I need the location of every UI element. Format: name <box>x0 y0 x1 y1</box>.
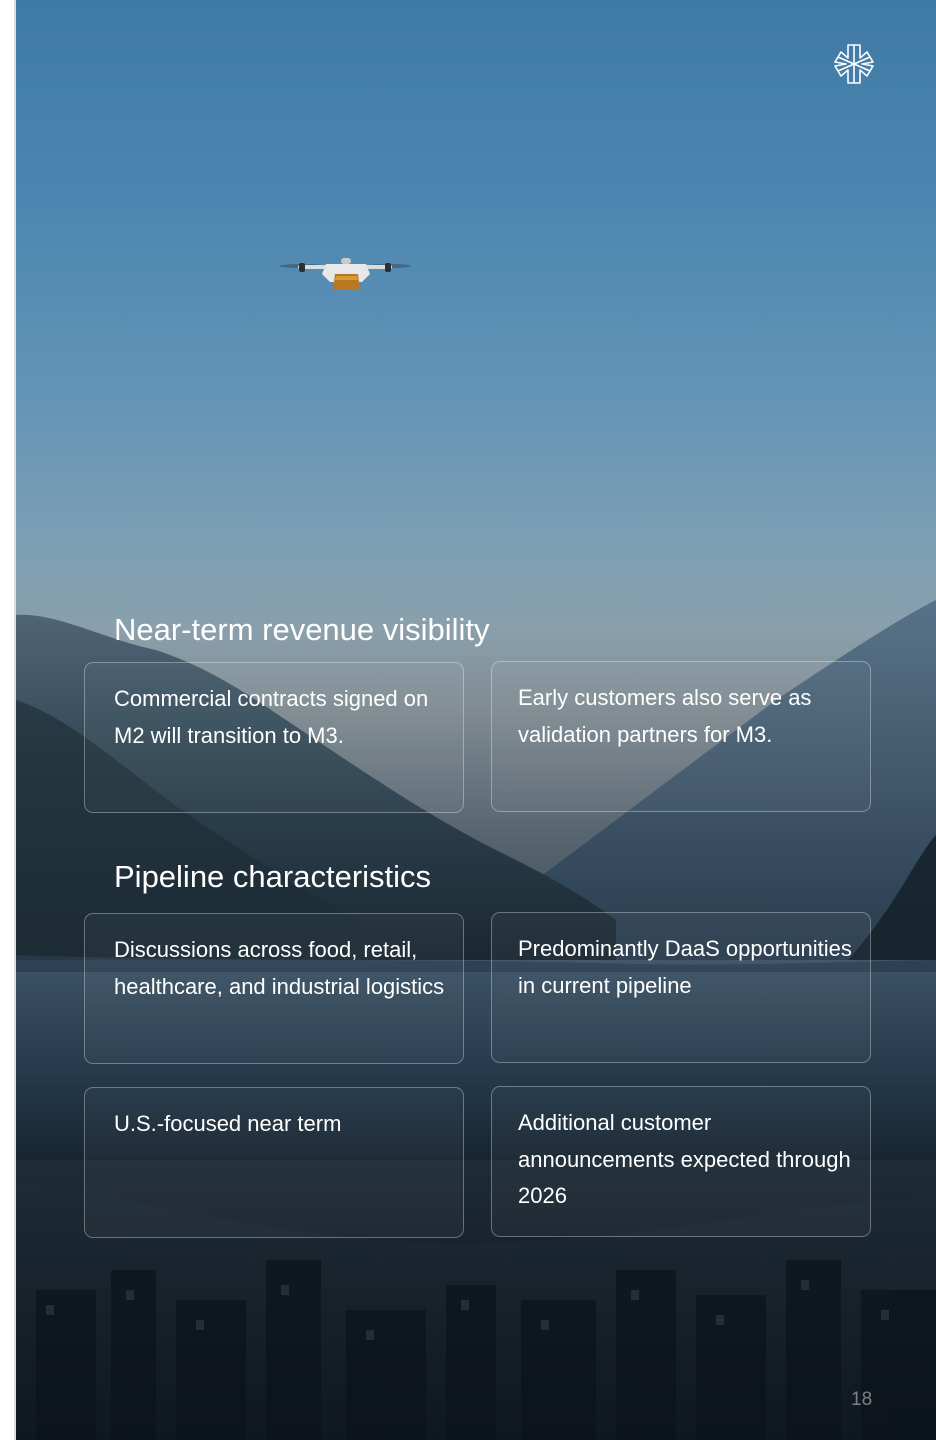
card-text: Additional customer announcements expect… <box>518 1110 851 1208</box>
card-text: Early customers also serve as validation… <box>518 685 812 747</box>
card-text: U.S.-focused near term <box>114 1111 342 1136</box>
card-us-focused: U.S.-focused near term <box>84 1087 464 1238</box>
card-discussions: Discussions across food, retail, healthc… <box>84 913 464 1064</box>
section-title-pipeline-characteristics: Pipeline characteristics <box>114 859 432 894</box>
card-text: Predominantly DaaS opportunities in curr… <box>518 936 852 998</box>
section-title-near-term-revenue: Near-term revenue visibility <box>114 612 490 647</box>
card-commercial-contracts: Commercial contracts signed on M2 will t… <box>84 662 464 813</box>
page-number: 18 <box>851 1389 873 1410</box>
card-customer-announcements: Additional customer announcements expect… <box>491 1086 871 1237</box>
delivery-drone-image <box>279 258 411 290</box>
slide-background: Near-term revenue visibility Commercial … <box>16 0 936 1440</box>
card-early-customers: Early customers also serve as validation… <box>491 661 871 812</box>
snowflake-logo-icon <box>834 44 874 84</box>
card-daas-opportunities: Predominantly DaaS opportunities in curr… <box>491 912 871 1063</box>
card-text: Commercial contracts signed on M2 will t… <box>114 686 429 748</box>
slide-page: Near-term revenue visibility Commercial … <box>0 0 936 1440</box>
card-text: Discussions across food, retail, healthc… <box>114 937 445 999</box>
